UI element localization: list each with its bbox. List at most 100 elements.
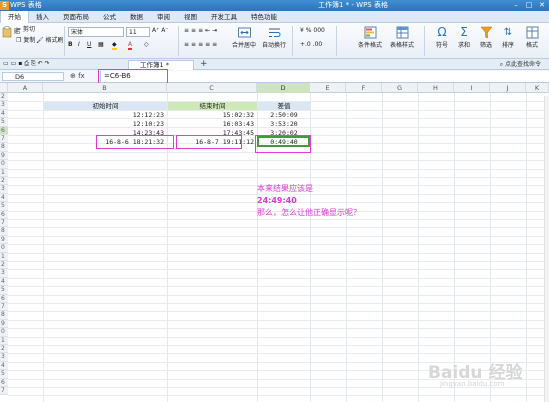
row-header[interactable]: 2	[0, 93, 8, 102]
fx-icon[interactable]: ⊕ fx	[70, 72, 85, 81]
menu-view[interactable]: 视图	[177, 11, 204, 23]
row-header[interactable]: 7	[0, 303, 8, 312]
select-all-corner[interactable]	[0, 83, 8, 93]
undo-icon[interactable]: ↶	[38, 60, 43, 67]
cell-b3[interactable]: 12:12:23	[44, 111, 167, 119]
column-header-g[interactable]: G	[382, 83, 418, 93]
row-header[interactable]: 0	[0, 328, 8, 337]
font-grow-shrink[interactable]: A⁺ A⁻	[152, 27, 168, 35]
row-header[interactable]: 0	[0, 160, 8, 169]
underline-button[interactable]: U	[87, 41, 91, 49]
active-cell-selection[interactable]	[257, 136, 310, 147]
column-header-b[interactable]: B	[43, 83, 167, 93]
row-header[interactable]: 9	[0, 151, 8, 161]
row-header[interactable]: 5	[0, 202, 8, 211]
row-header[interactable]: 4	[0, 193, 8, 203]
cell-c3[interactable]: 15:02:32	[168, 111, 257, 119]
align-center-icon[interactable]: ≡	[191, 41, 198, 48]
border-button[interactable]: ▦	[98, 41, 104, 49]
decimal-decrease-icon[interactable]: .00	[313, 41, 323, 48]
column-header-d[interactable]: D	[257, 83, 310, 93]
menu-developer[interactable]: 开发工具	[204, 11, 244, 23]
preview-icon[interactable]: ⎘	[31, 60, 36, 67]
row-header[interactable]: 7	[0, 219, 8, 228]
row-header[interactable]: 5	[0, 118, 8, 127]
app-name[interactable]: WPS 表格	[10, 1, 42, 10]
menu-insert[interactable]: 插入	[29, 11, 56, 23]
cell-c4[interactable]: 16:03:43	[168, 120, 257, 128]
row-header[interactable]: 9	[0, 235, 8, 245]
row-header[interactable]: 6	[0, 210, 8, 219]
row-header[interactable]: 1	[0, 252, 8, 261]
spreadsheet-grid[interactable]: A B C D E F G H I J K 234567890123456789…	[0, 83, 549, 402]
symbol-button[interactable]: Ω 符号	[430, 26, 454, 50]
font-size-select[interactable]: 11	[126, 27, 150, 37]
menu-page-layout[interactable]: 页面布局	[56, 11, 96, 23]
minimize-button[interactable]: –	[511, 1, 521, 10]
row-header[interactable]: 7	[0, 387, 8, 396]
menu-review[interactable]: 审阅	[150, 11, 177, 23]
bold-button[interactable]: B	[68, 41, 73, 49]
decimal-increase-icon[interactable]: +.0	[300, 41, 311, 48]
format-painter-button[interactable]: 🖌 格式刷	[36, 37, 64, 45]
number-format-select[interactable]: ¥ % 000	[300, 27, 325, 35]
font-grow-icon[interactable]: A⁺	[152, 27, 159, 34]
filter-button[interactable]: 筛选	[474, 26, 498, 50]
row-header[interactable]: 4	[0, 109, 8, 119]
table-style-button[interactable]: 表格样式	[390, 26, 414, 50]
row-header[interactable]: 6	[0, 294, 8, 303]
row-header[interactable]: 6	[0, 378, 8, 387]
row-header[interactable]: 9	[0, 319, 8, 329]
column-header-h[interactable]: H	[418, 83, 454, 93]
cell-d2-header[interactable]: 差值	[258, 102, 310, 110]
row-header[interactable]: 8	[0, 311, 8, 320]
distributed-icon[interactable]: ≡	[212, 41, 219, 48]
column-header-a[interactable]: A	[8, 83, 43, 93]
horizontal-align-group[interactable]: ≡≡≡≡≡	[184, 41, 219, 49]
column-header-f[interactable]: F	[346, 83, 382, 93]
row-header[interactable]: 6	[0, 126, 8, 135]
menu-formulas[interactable]: 公式	[96, 11, 123, 23]
cell-c2-header[interactable]: 结束时间	[168, 102, 257, 110]
row-header[interactable]: 2	[0, 261, 8, 270]
new-file-icon[interactable]: ▭	[3, 60, 9, 67]
row-header[interactable]: 7	[0, 135, 8, 144]
wps-logo-icon[interactable]: S	[0, 1, 9, 10]
row-header[interactable]: 1	[0, 336, 8, 345]
redo-icon[interactable]: ↷	[45, 60, 50, 67]
cell-d4[interactable]: 3:53:20	[258, 120, 310, 128]
row-header[interactable]: 2	[0, 345, 8, 354]
row-header[interactable]: 8	[0, 227, 8, 236]
column-header-e[interactable]: E	[310, 83, 346, 93]
merge-center-button[interactable]: 合并居中	[232, 26, 256, 50]
conditional-format-button[interactable]: 条件格式	[358, 26, 382, 50]
cell-d3[interactable]: 2:50:09	[258, 111, 310, 119]
vertical-scrollbar[interactable]	[544, 96, 549, 402]
menu-special[interactable]: 特色功能	[244, 11, 284, 23]
row-header[interactable]: 1	[0, 168, 8, 177]
new-tab-button[interactable]: +	[200, 59, 208, 69]
column-header-k[interactable]: K	[526, 83, 549, 93]
vertical-align-group[interactable]: ≡≡≡⇤⇥	[184, 27, 219, 35]
decimal-buttons[interactable]: +.0 .00	[300, 41, 322, 49]
indent-increase-icon[interactable]: ⇥	[212, 27, 219, 34]
row-header[interactable]: 3	[0, 353, 8, 362]
sort-button[interactable]: ⇅ 排序	[496, 26, 520, 50]
clear-format-button[interactable]: ◇	[144, 41, 149, 49]
row-header[interactable]: 4	[0, 277, 8, 287]
align-left-icon[interactable]: ≡	[184, 41, 191, 48]
row-header[interactable]: 5	[0, 286, 8, 295]
print-icon[interactable]: ⎙	[24, 60, 29, 67]
row-header[interactable]: 8	[0, 143, 8, 152]
command-search[interactable]: ⌕ 点此查找命令	[500, 60, 541, 69]
row-header[interactable]: 3	[0, 269, 8, 278]
italic-button[interactable]: I	[78, 41, 80, 49]
column-header-c[interactable]: C	[167, 83, 257, 93]
sum-button[interactable]: Σ 求和	[452, 26, 476, 50]
open-icon[interactable]: ▭	[11, 60, 17, 67]
save-icon[interactable]: ▪	[18, 60, 22, 67]
format-button[interactable]: 格式	[520, 26, 544, 50]
row-header[interactable]: 0	[0, 244, 8, 253]
wrap-text-button[interactable]: 自动换行	[262, 26, 286, 50]
cell-b2-header[interactable]: 初始时间	[44, 102, 167, 110]
